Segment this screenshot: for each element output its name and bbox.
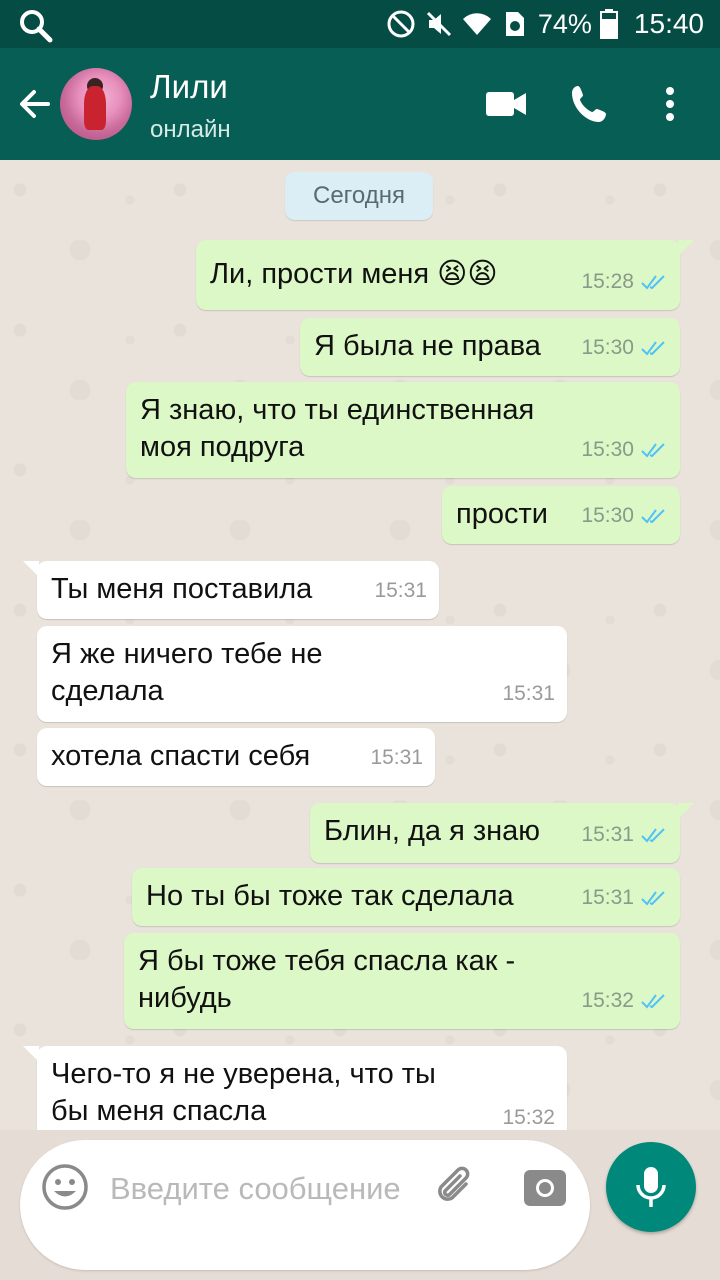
read-ticks-icon — [641, 442, 665, 458]
message-meta: 15:30 — [581, 497, 668, 534]
back-arrow-icon[interactable] — [14, 84, 54, 124]
message-input[interactable]: Введите сообщение — [20, 1140, 590, 1270]
contact-name[interactable]: Лили — [150, 68, 228, 106]
battery-percent: 74% — [537, 8, 592, 39]
message-incoming[interactable]: Ты меня поставила 15:31 — [23, 561, 439, 619]
message-time: 15:31 — [374, 579, 427, 602]
message-meta: 15:30 — [581, 329, 668, 366]
read-ticks-icon — [641, 508, 665, 524]
search-icon[interactable] — [18, 8, 54, 44]
message-text: Я знаю, что ты единственная моя подруга — [140, 394, 535, 463]
message-text: Ты меня поставила — [51, 573, 313, 605]
message-meta: 15:31 — [374, 572, 427, 609]
message-time: 15:32 — [502, 1106, 555, 1129]
message-meta: 15:32 — [502, 1099, 555, 1130]
message-time: 15:30 — [581, 336, 634, 359]
phone-icon[interactable] — [568, 82, 612, 126]
message-meta: 15:32 — [581, 982, 668, 1019]
message-outgoing[interactable]: Я была не права 15:30 — [300, 318, 680, 376]
message-time: 15:31 — [370, 746, 423, 769]
message-outgoing[interactable]: прости 15:30 — [442, 486, 680, 544]
contact-status: онлайн — [150, 116, 231, 143]
chat-header: Лили онлайн — [0, 48, 720, 160]
message-meta: 15:31 — [581, 879, 668, 916]
message-meta: 15:31 — [370, 739, 423, 776]
message-time: 15:31 — [581, 886, 634, 909]
message-time: 15:30 — [581, 438, 634, 461]
message-time: 15:31 — [502, 682, 555, 705]
read-ticks-icon — [641, 274, 665, 290]
more-icon[interactable] — [648, 82, 692, 126]
message-time: 15:32 — [581, 989, 634, 1012]
mute-icon — [426, 11, 451, 37]
read-ticks-icon — [641, 827, 665, 843]
read-ticks-icon — [641, 340, 665, 356]
message-text: хотела спасти себя — [51, 740, 311, 772]
mic-icon — [636, 1167, 666, 1207]
message-time: 15:30 — [581, 504, 634, 527]
dnd-icon — [387, 10, 415, 38]
camera-icon[interactable] — [520, 1162, 570, 1212]
sim-icon — [505, 12, 524, 36]
message-meta: 15:28 — [581, 263, 668, 300]
message-outgoing[interactable]: Но ты бы тоже так сделала 15:31 — [132, 868, 680, 926]
status-bar: 74% 15:40 — [0, 0, 720, 48]
message-outgoing[interactable]: Блин, да я знаю 15:31 — [310, 803, 694, 863]
message-time: 15:31 — [581, 823, 634, 846]
message-meta: 15:31 — [581, 816, 668, 853]
message-incoming[interactable]: Я же ничего тебе не сделала 15:31 — [37, 626, 567, 722]
video-call-icon[interactable] — [484, 82, 528, 126]
message-placeholder: Введите сообщение — [110, 1171, 401, 1206]
read-ticks-icon — [641, 993, 665, 1009]
clock: 15:40 — [633, 8, 704, 39]
battery-icon — [599, 9, 618, 39]
wifi-icon — [462, 13, 491, 35]
message-meta: 15:31 — [502, 675, 555, 712]
message-list[interactable]: Сегодня Ли, прости меня 😫😫 15:28 Я была … — [0, 160, 720, 1130]
attach-icon[interactable] — [430, 1162, 480, 1212]
date-separator: Сегодня — [285, 172, 433, 220]
message-outgoing[interactable]: Я знаю, что ты единственная моя подруга … — [126, 382, 680, 478]
message-text: Я бы тоже тебя спасла как - нибудь — [138, 945, 516, 1014]
emoji-icon[interactable] — [40, 1162, 90, 1212]
mic-button[interactable] — [606, 1142, 696, 1232]
avatar[interactable] — [60, 68, 132, 140]
message-text: Я же ничего тебе не сделала — [51, 638, 323, 707]
message-meta: 15:30 — [581, 431, 668, 468]
message-incoming[interactable]: Чего-то я не уверена, что ты бы меня спа… — [23, 1046, 567, 1130]
message-incoming[interactable]: хотела спасти себя 15:31 — [37, 728, 435, 786]
message-outgoing[interactable]: Ли, прости меня 😫😫 15:28 — [196, 240, 694, 310]
message-outgoing[interactable]: Я бы тоже тебя спасла как - нибудь 15:32 — [124, 933, 680, 1029]
read-ticks-icon — [641, 890, 665, 906]
message-text: Чего-то я не уверена, что ты бы меня спа… — [51, 1058, 436, 1127]
message-time: 15:28 — [581, 270, 634, 293]
compose-bar: Введите сообщение — [0, 1130, 720, 1280]
